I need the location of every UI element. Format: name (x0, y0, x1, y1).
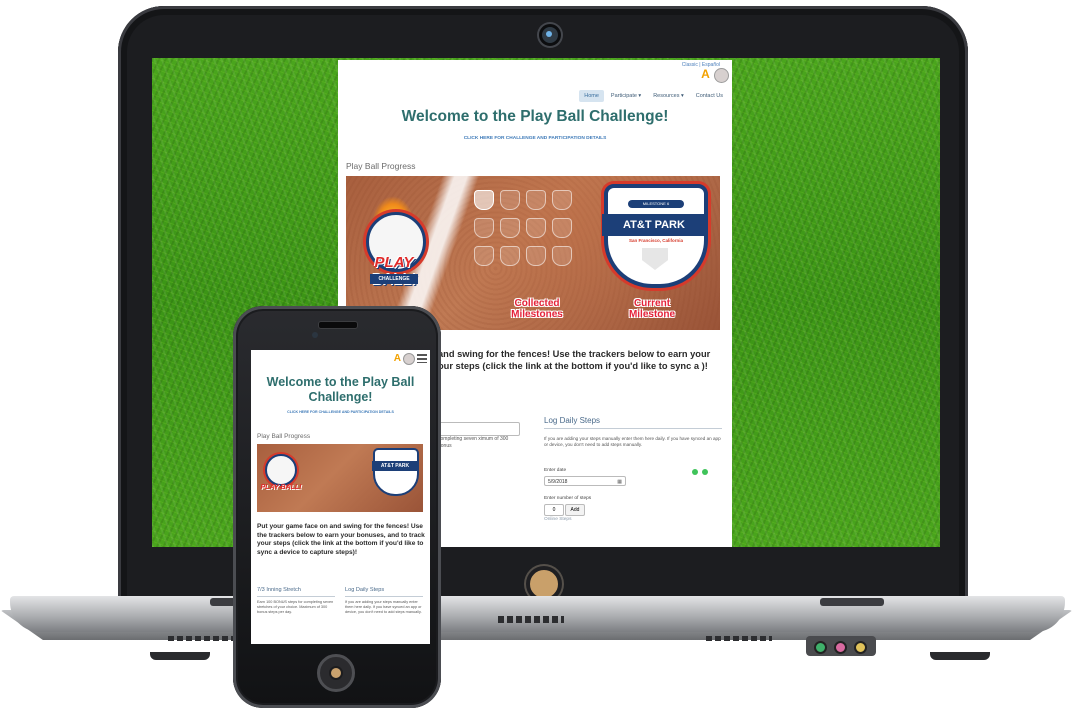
progress-title: Play Ball Progress (346, 161, 416, 171)
mobile-log-title: Log Daily Steps (345, 587, 385, 593)
milestone-badge-icon[interactable] (500, 246, 520, 266)
park-location: San Francisco, California (628, 238, 683, 243)
collected-caption: Collected Milestones (511, 298, 563, 320)
laptop-foot (150, 652, 210, 660)
mobile-log-text: If you are adding your steps manually en… (345, 600, 422, 614)
steps-input[interactable]: 0 (544, 504, 564, 516)
phone-home-button (317, 654, 355, 692)
stretch-text: Earn 100 BONUS steps for completing seve… (257, 600, 334, 614)
baseball-icon (265, 454, 297, 486)
current-caption: Current Milestone (628, 298, 676, 320)
app-icons: A (699, 68, 729, 83)
milestone-badge-icon[interactable] (474, 246, 494, 266)
vent-icon (498, 616, 564, 623)
nav-resources[interactable]: Resources ▾ (648, 90, 689, 102)
milestone-badge-icon[interactable] (552, 218, 572, 238)
stretch-title: 7/3 Inning Stretch (257, 587, 301, 593)
details-link[interactable]: CLICK HERE FOR CHALLENGE AND PARTICIPATI… (338, 136, 732, 141)
mobile-intro-text: Put your game face on and swing for the … (257, 523, 425, 556)
mic-port-icon (834, 641, 847, 654)
profile-avatar-icon[interactable] (714, 68, 729, 83)
milestone-badge-icon[interactable] (500, 218, 520, 238)
profile-avatar-icon[interactable] (403, 353, 415, 365)
logo-sub-ribbon: CHALLENGE (370, 274, 418, 284)
phone-camera-icon (312, 332, 318, 338)
milestone-badge-icon[interactable] (500, 190, 520, 210)
mobile-details-link[interactable]: CLICK HERE FOR CHALLENGE AND PARTICIPATI… (251, 410, 430, 414)
date-label: Enter date (544, 468, 567, 473)
tracker-box[interactable] (438, 422, 520, 436)
divider (544, 428, 722, 429)
hamburger-menu-icon[interactable] (417, 354, 427, 363)
status-dot-icon (702, 469, 708, 475)
mobile-app-icons: A (394, 353, 427, 365)
steps-label: Enter number of steps (544, 496, 592, 501)
milestone-badge-icon[interactable] (526, 246, 546, 266)
play-ball-logo: PLAY BALL! (260, 484, 302, 491)
phone-speaker (318, 321, 358, 329)
milestone-badge-icon[interactable] (474, 218, 494, 238)
nav-home[interactable]: Home (579, 90, 604, 102)
nav-contact[interactable]: Contact Us (691, 90, 728, 102)
main-nav: Home Participate ▾ Resources ▾ Contact U… (579, 90, 728, 102)
milestone-badge-icon[interactable] (474, 190, 494, 210)
status-dot-icon (692, 469, 698, 475)
tracker-text: completing seven ximum of 300 bonus (438, 436, 509, 449)
date-field[interactable]: 5/9/2018 ▦ (544, 476, 626, 486)
milestone-badge-icon[interactable] (552, 246, 572, 266)
mobile-page-title: Welcome to the Play Ball Challenge! (266, 375, 415, 404)
audio-port-icon (814, 641, 827, 654)
mobile-webpage: A Welcome to the Play Ball Challenge! CL… (251, 350, 430, 644)
vent-icon (706, 636, 772, 641)
park-name: AT&T PARK (602, 214, 706, 236)
current-milestone-badge[interactable]: MILESTONE 6 AT&T PARK San Francisco, Cal… (602, 184, 708, 288)
date-value: 5/9/2018 (548, 479, 568, 485)
add-steps-button[interactable]: Add (565, 504, 585, 516)
milestone-badge-icon[interactable] (526, 218, 546, 238)
line-port-icon (854, 641, 867, 654)
divider (257, 596, 335, 597)
brand-a-icon[interactable]: A (699, 68, 712, 81)
log-steps-help: If you are adding your steps manually en… (544, 436, 721, 447)
vent-icon (168, 636, 234, 641)
hinge (820, 598, 884, 606)
park-name: AT&T PARK (372, 461, 418, 471)
divider (345, 596, 423, 597)
milestone-badge-icon[interactable] (552, 190, 572, 210)
current-milestone-badge[interactable]: AT&T PARK (372, 448, 419, 496)
milestone-number: MILESTONE 6 (628, 200, 684, 208)
laptop-ports (806, 636, 876, 656)
brand-a-icon[interactable]: A (394, 353, 401, 365)
nav-participate[interactable]: Participate ▾ (606, 90, 646, 102)
calendar-icon[interactable]: ▦ (617, 477, 622, 487)
page-title: Welcome to the Play Ball Challenge! (401, 108, 669, 125)
mobile-progress-title: Play Ball Progress (257, 433, 311, 440)
home-plate-icon (642, 248, 668, 270)
mobile-progress-banner: PLAY BALL! AT&T PARK (257, 444, 423, 512)
webcam-icon (539, 24, 561, 46)
milestone-badge-icon[interactable] (526, 190, 546, 210)
online-steps-link[interactable]: Online Steps (544, 517, 571, 522)
laptop-foot (930, 652, 990, 660)
log-steps-title: Log Daily Steps (544, 416, 601, 425)
laptop-base (10, 596, 1065, 632)
milestones-grid (474, 190, 582, 266)
intro-text: and swing for the fences! Use the tracke… (438, 349, 711, 371)
